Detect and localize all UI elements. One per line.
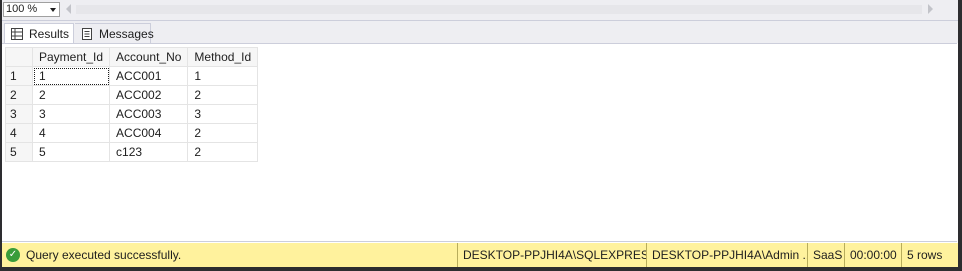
status-elapsed-time: 00:00:00 — [844, 243, 901, 267]
grid-cell[interactable]: 1 — [31, 66, 111, 86]
window-frame-right — [958, 0, 962, 271]
query-status-bar: ✓ Query executed successfully. DESKTOP-P… — [2, 243, 958, 267]
status-server: DESKTOP-PPJHI4A\SQLEXPRESS ... — [457, 243, 646, 267]
grid-cell[interactable]: ACC002 — [109, 85, 189, 105]
status-row-count: 5 rows — [901, 243, 958, 267]
status-message-area: ✓ Query executed successfully. — [2, 248, 457, 262]
column-header[interactable]: Account_No — [109, 47, 189, 67]
scroll-right-arrow-icon[interactable] — [928, 4, 933, 14]
grid-corner[interactable] — [5, 47, 33, 67]
grid-cell[interactable]: 2 — [187, 123, 259, 143]
grid-cell[interactable]: ACC003 — [109, 104, 189, 124]
grid-cell[interactable]: 2 — [187, 142, 259, 162]
status-message: Query executed successfully. — [26, 248, 182, 262]
column-header[interactable]: Payment_Id — [31, 47, 111, 67]
horizontal-scrollbar[interactable] — [76, 5, 922, 14]
status-database: SaaS — [807, 243, 844, 267]
messages-icon — [82, 27, 92, 40]
zoom-dropdown[interactable]: 100 % — [3, 2, 60, 17]
tab-messages[interactable]: Messages — [75, 23, 154, 43]
zoom-bar: 100 % — [2, 0, 958, 21]
grid-cell[interactable]: 4 — [31, 123, 111, 143]
row-number[interactable]: 4 — [5, 123, 33, 143]
table-row: 2 2 ACC002 2 — [5, 85, 259, 105]
grid-cell[interactable]: c123 — [109, 142, 189, 162]
tab-messages-label: Messages — [99, 26, 154, 41]
status-user: DESKTOP-PPJHI4A\Admin ... — [646, 243, 807, 267]
grid-cell[interactable]: 2 — [31, 85, 111, 105]
grid-cell[interactable]: ACC004 — [109, 123, 189, 143]
table-row: 5 5 c123 2 — [5, 142, 259, 162]
table-row: 1 1 ACC001 1 — [5, 66, 259, 86]
results-tabstrip: Results Messages — [2, 21, 958, 43]
scroll-left-arrow-icon[interactable] — [66, 4, 71, 14]
tab-results[interactable]: Results — [4, 23, 74, 43]
success-check-icon: ✓ — [6, 248, 20, 262]
zoom-value: 100 % — [6, 3, 38, 15]
grid-icon — [11, 27, 23, 40]
grid-cell[interactable]: 1 — [187, 66, 259, 86]
row-number[interactable]: 1 — [5, 66, 33, 86]
row-number[interactable]: 3 — [5, 104, 33, 124]
window-frame-bottom — [0, 267, 962, 271]
grid-cell[interactable]: 2 — [187, 85, 259, 105]
chevron-down-icon — [50, 8, 56, 12]
results-pane: Payment_Id Account_No Method_Id 1 1 ACC0… — [2, 43, 957, 242]
grid-cell[interactable]: 3 — [187, 104, 259, 124]
table-row: 3 3 ACC003 3 — [5, 104, 259, 124]
row-number[interactable]: 2 — [5, 85, 33, 105]
grid-cell[interactable]: 5 — [31, 142, 111, 162]
grid-cell[interactable]: ACC001 — [109, 66, 189, 86]
tab-results-label: Results — [29, 26, 70, 41]
grid-cell[interactable]: 3 — [31, 104, 111, 124]
column-header[interactable]: Method_Id — [187, 47, 259, 67]
grid-header-row: Payment_Id Account_No Method_Id — [5, 47, 259, 67]
table-row: 4 4 ACC004 2 — [5, 123, 259, 143]
results-grid: Payment_Id Account_No Method_Id 1 1 ACC0… — [5, 47, 259, 162]
row-number[interactable]: 5 — [5, 142, 33, 162]
